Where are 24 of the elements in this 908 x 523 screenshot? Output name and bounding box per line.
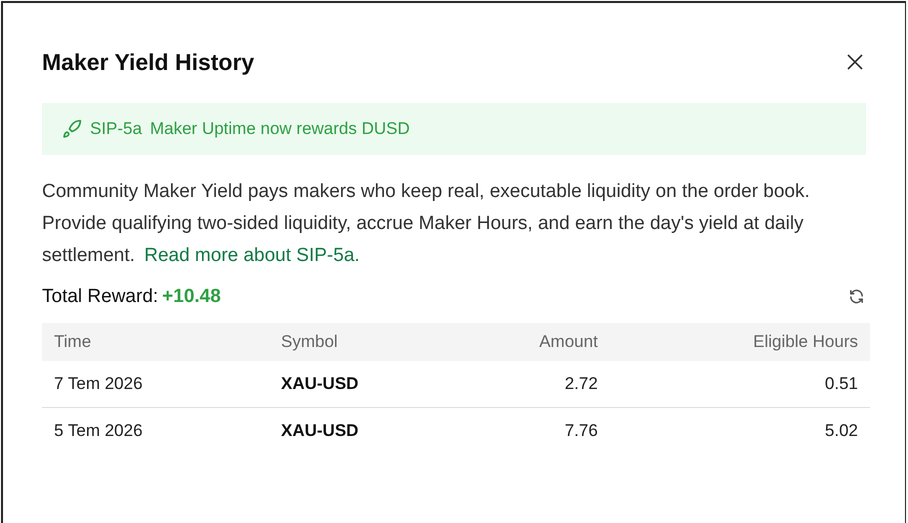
close-icon — [846, 53, 864, 72]
table-cell: 5 Tem 2026 — [42, 407, 281, 453]
banner-text: Maker Uptime now rewards DUSD — [150, 118, 410, 140]
read-more-link[interactable]: Read more about SIP-5a. — [144, 244, 360, 266]
column-header: Eligible Hours — [598, 323, 870, 361]
total-reward-value: +10.48 — [162, 284, 221, 308]
table-cell: 0.51 — [598, 361, 870, 407]
description-paragraph: Community Maker Yield pays makers who keep real, executable liquidity on the order book. Provide qualifying two-sided liquidity, accrue Maker Hours, and earn the day's yield at daily settlement. Read more about SIP-5a. — [42, 180, 811, 268]
rocket-icon — [62, 118, 82, 138]
table-cell: XAU-USD — [281, 361, 462, 407]
table-cell: 2.72 — [461, 361, 598, 407]
column-header: Time — [42, 323, 281, 361]
table-cell: 5.02 — [598, 407, 870, 453]
column-header: Amount — [461, 323, 598, 361]
refresh-icon — [848, 288, 865, 306]
table-cell: 7 Tem 2026 — [42, 361, 281, 407]
column-header: Symbol — [281, 323, 462, 361]
close-button[interactable] — [846, 53, 864, 72]
dialog-title: Maker Yield History — [42, 48, 254, 77]
table-cell: XAU-USD — [281, 407, 462, 453]
banner-tag: SIP-5a — [90, 116, 142, 142]
table-cell: 7.76 — [461, 407, 598, 453]
total-reward-label: Total Reward: — [42, 284, 158, 308]
refresh-button[interactable] — [848, 288, 865, 306]
